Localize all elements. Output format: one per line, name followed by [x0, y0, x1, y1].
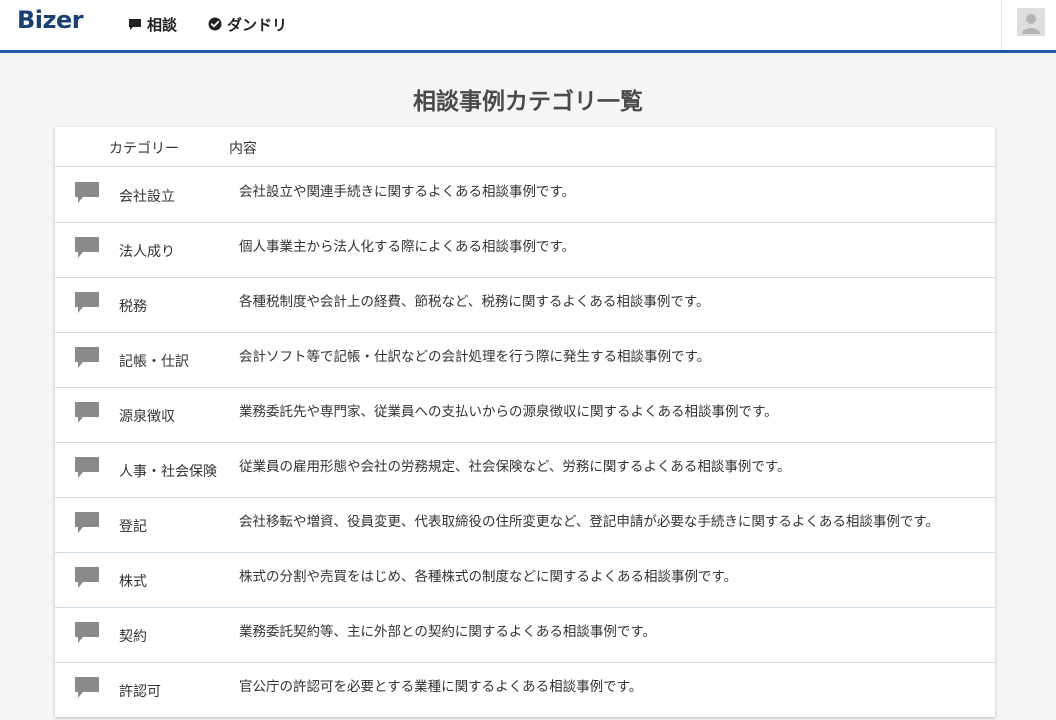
category-description: 株式の分割や売買をはじめ、各種株式の制度などに関するよくある相談事例です。	[239, 569, 738, 585]
category-description: 官公庁の許認可を必要とする業種に関するよくある相談事例です。	[239, 679, 643, 695]
category-name[interactable]: 会社設立	[119, 186, 175, 206]
bizer-logo[interactable]: Bizer	[17, 6, 84, 34]
speech-bubble-icon	[74, 346, 100, 374]
speech-bubble-icon	[74, 236, 100, 264]
user-menu[interactable]	[1001, 0, 1056, 50]
category-name[interactable]: 税務	[119, 296, 147, 316]
category-description: 会社移転や増資、役員変更、代表取締役の住所変更など、登記申請が必要な手続きに関す…	[239, 514, 939, 530]
nav-consult[interactable]: 相談	[128, 14, 177, 34]
check-circle-icon	[208, 17, 222, 31]
category-name[interactable]: 契約	[119, 626, 147, 646]
nav-dandori[interactable]: ダンドリ	[208, 14, 287, 34]
category-name[interactable]: 記帳・仕訳	[119, 351, 189, 371]
speech-bubble-icon	[74, 676, 100, 704]
category-description: 会計ソフト等で記帳・仕訳などの会計処理を行う際に発生する相談事例です。	[239, 349, 711, 365]
table-row[interactable]: 株式 株式の分割や売買をはじめ、各種株式の制度などに関するよくある相談事例です。	[55, 552, 995, 608]
category-name[interactable]: 法人成り	[119, 241, 175, 261]
table-row[interactable]: 法人成り 個人事業主から法人化する際によくある相談事例です。	[55, 222, 995, 278]
category-description: 各種税制度や会計上の経費、節税など、税務に関するよくある相談事例です。	[239, 294, 710, 310]
table-row[interactable]: 税務 各種税制度や会計上の経費、節税など、税務に関するよくある相談事例です。	[55, 277, 995, 333]
category-description: 業務委託先や専門家、従業員への支払いからの源泉徴収に関するよくある相談事例です。	[239, 404, 778, 420]
table-row[interactable]: 契約 業務委託契約等、主に外部との契約に関するよくある相談事例です。	[55, 607, 995, 663]
category-description: 従業員の雇用形態や会社の労務規定、社会保険など、労務に関するよくある相談事例です…	[239, 459, 791, 475]
speech-bubble-icon	[74, 621, 100, 649]
category-name[interactable]: 株式	[119, 571, 147, 591]
table-row[interactable]: 会社設立 会社設立や関連手続きに関するよくある相談事例です。	[55, 167, 995, 223]
speech-bubble-icon	[129, 18, 141, 30]
category-name[interactable]: 登記	[119, 516, 147, 536]
column-header-category: カテゴリー	[109, 141, 179, 157]
page-title: 相談事例カテゴリ一覧	[413, 89, 643, 115]
speech-bubble-icon	[74, 456, 100, 484]
speech-bubble-icon	[74, 401, 100, 429]
speech-bubble-icon	[74, 511, 100, 539]
table-row[interactable]: 登記 会社移転や増資、役員変更、代表取締役の住所変更など、登記申請が必要な手続きに…	[55, 497, 995, 553]
speech-bubble-icon	[74, 566, 100, 594]
speech-bubble-icon	[74, 181, 100, 209]
category-table: カテゴリー 内容 会社設立 会社設立や関連手続きに関するよくある相談事例です。法人…	[55, 127, 995, 717]
table-row[interactable]: 記帳・仕訳 会計ソフト等で記帳・仕訳などの会計処理を行う際に発生する相談事例です。	[55, 332, 995, 388]
user-avatar-icon[interactable]	[1017, 8, 1045, 36]
nav-dandori-label: ダンドリ	[227, 15, 288, 34]
column-header-description: 内容	[229, 141, 257, 157]
top-navigation-bar: Bizer 相談 ダンドリ	[0, 0, 1056, 53]
table-header: カテゴリー 内容	[55, 127, 995, 167]
category-name[interactable]: 源泉徴収	[119, 406, 175, 426]
table-row[interactable]: 人事・社会保険 従業員の雇用形態や会社の労務規定、社会保険など、労務に関するよくあ…	[55, 442, 995, 498]
table-row[interactable]: 許認可 官公庁の許認可を必要とする業種に関するよくある相談事例です。	[55, 662, 995, 717]
table-row[interactable]: 源泉徴収 業務委託先や専門家、従業員への支払いからの源泉徴収に関するよくある相談事…	[55, 387, 995, 443]
category-name[interactable]: 人事・社会保険	[119, 461, 217, 481]
category-description: 個人事業主から法人化する際によくある相談事例です。	[239, 239, 576, 255]
speech-bubble-icon	[74, 291, 100, 319]
nav-consult-label: 相談	[147, 15, 178, 34]
category-description: 会社設立や関連手続きに関するよくある相談事例です。	[239, 184, 576, 200]
category-description: 業務委託契約等、主に外部との契約に関するよくある相談事例です。	[239, 624, 657, 640]
category-name[interactable]: 許認可	[119, 681, 161, 701]
